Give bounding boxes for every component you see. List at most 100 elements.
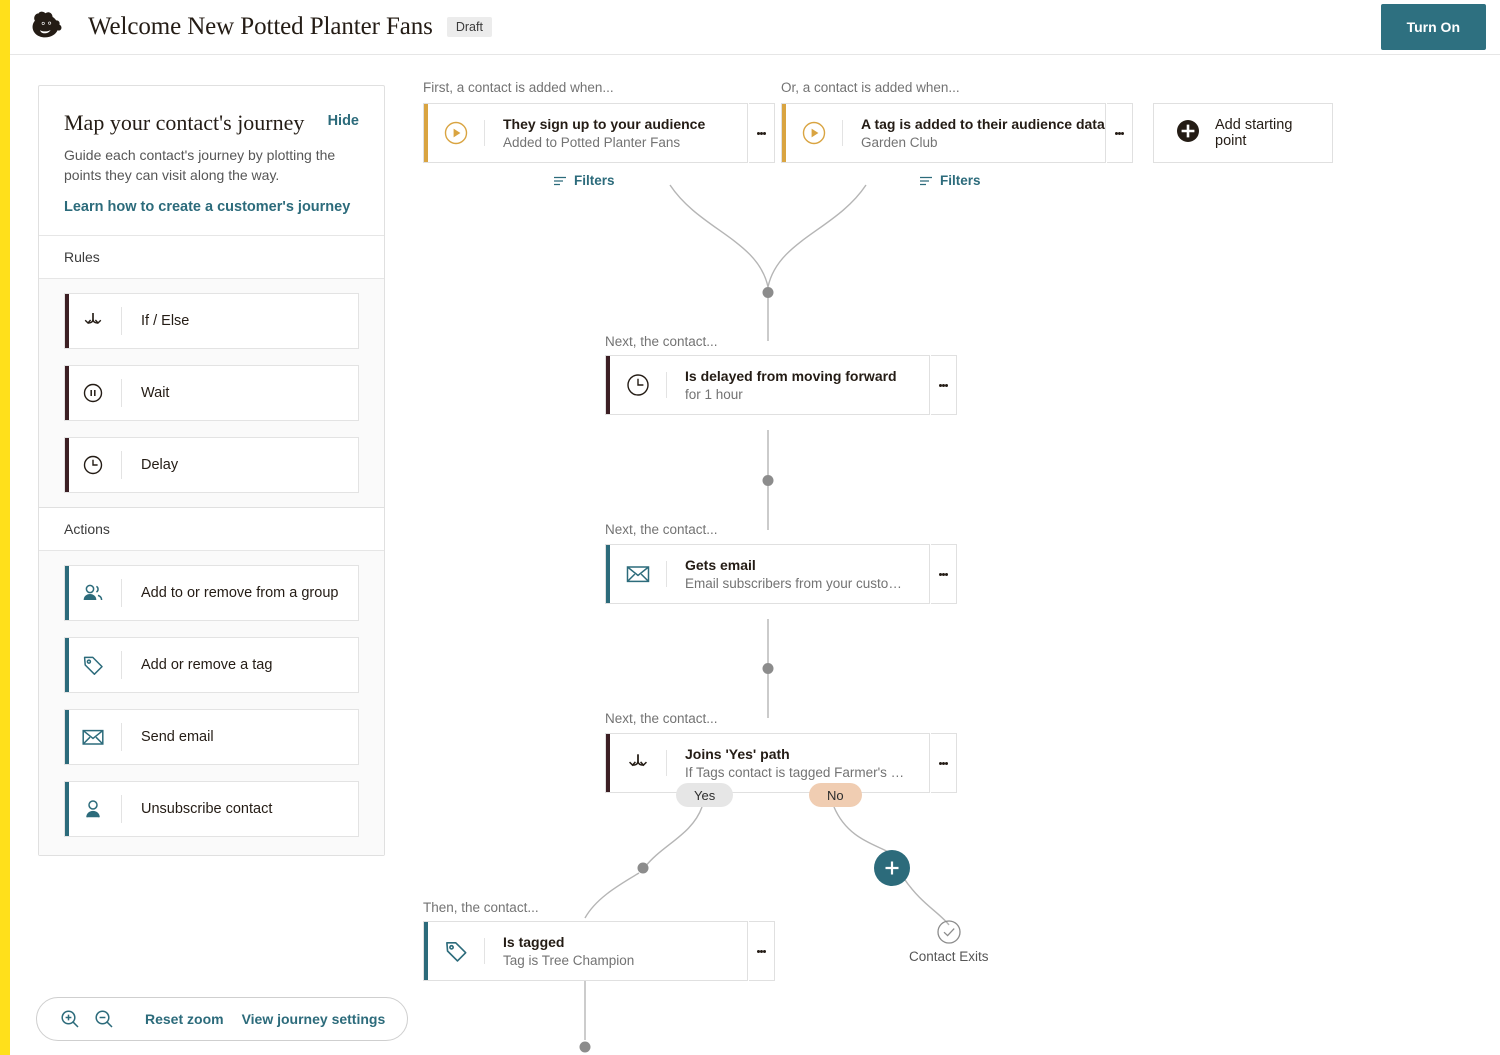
sidebar-section-rules-heading: Rules: [39, 235, 384, 279]
sidebar-item-label: Add or remove a tag: [141, 656, 273, 673]
node-menu-button[interactable]: [931, 733, 957, 793]
contact-exit-node[interactable]: [935, 918, 963, 946]
node-menu-button[interactable]: [749, 103, 775, 163]
sidebar-item-label: Send email: [141, 728, 214, 745]
check-circle-icon: [937, 920, 961, 944]
pause-circle-icon: [65, 381, 121, 405]
node-menu-button[interactable]: [749, 921, 775, 981]
sidebar-item-delay[interactable]: Delay: [64, 436, 359, 493]
trigger-card-signup[interactable]: They sign up to your audience Added to P…: [423, 103, 775, 163]
step-card-if-else[interactable]: Joins 'Yes' path If Tags contact is tagg…: [605, 733, 957, 793]
add-starting-point-label: Add starting point: [1215, 117, 1293, 149]
action-accent-bar: [65, 709, 69, 764]
brand-accent-rail: [0, 0, 10, 1055]
sidebar-item-label: Wait: [141, 384, 170, 401]
app-header: Welcome New Potted Planter Fans Draft Tu…: [10, 0, 1500, 55]
tag-icon: [428, 922, 484, 980]
tag-icon: [65, 653, 121, 677]
clock-icon: [610, 356, 666, 414]
journey-canvas[interactable]: First, a contact is added when... Or, a …: [400, 55, 1500, 1055]
sidebar-section-rules-list: If / Else Wait Delay: [39, 278, 384, 508]
sidebar-item-unsubscribe-contact[interactable]: Unsubscribe contact: [64, 780, 359, 837]
page-title: Welcome New Potted Planter Fans: [88, 13, 433, 40]
filters-label: Filters: [574, 173, 615, 188]
sidebar-item-send-email[interactable]: Send email: [64, 708, 359, 765]
filters-link-trigger-2[interactable]: Filters: [919, 173, 981, 188]
node-title: Is delayed from moving forward: [685, 368, 897, 384]
node-title: A tag is added to their audience data: [861, 116, 1105, 132]
node-title: Joins 'Yes' path: [685, 746, 790, 762]
sidebar-item-label: If / Else: [141, 312, 190, 329]
envelope-icon: [65, 725, 121, 749]
filter-icon: [920, 176, 932, 185]
node-subtitle: If Tags contact is tagged Farmer's Marke…: [685, 765, 915, 780]
node-title: They sign up to your audience: [503, 116, 706, 132]
sidebar-item-label: Delay: [141, 456, 179, 473]
magnifier-plus-icon[interactable]: [59, 1008, 81, 1030]
play-circle-icon: [786, 104, 842, 162]
caption-first-trigger: First, a contact is added when...: [423, 80, 614, 95]
node-subtitle: Added to Potted Planter Fans: [503, 135, 681, 150]
node-subtitle: Tag is Tree Champion: [503, 953, 635, 968]
sidebar-item-wait[interactable]: Wait: [64, 364, 359, 421]
caption-next-2: Next, the contact...: [605, 522, 718, 537]
sidebar-item-if-else[interactable]: If / Else: [64, 292, 359, 349]
sidebar-item-label: Unsubscribe contact: [141, 800, 273, 817]
action-accent-bar: [65, 565, 69, 620]
step-card-delay[interactable]: Is delayed from moving forward for 1 hou…: [605, 355, 957, 415]
filter-icon: [554, 176, 566, 185]
branch-icon: [610, 734, 666, 792]
node-title: Is tagged: [503, 934, 565, 950]
plus-circle-icon: [1176, 119, 1200, 148]
sidebar-item-label: Add to or remove from a group: [141, 584, 339, 601]
rule-accent-bar: [65, 365, 69, 420]
journey-steps-sidebar: Map your contact's journey Hide Guide ea…: [38, 85, 385, 856]
filters-link-trigger-1[interactable]: Filters: [553, 173, 615, 188]
trigger-card-tag-added[interactable]: A tag is added to their audience data Ga…: [781, 103, 1133, 163]
filters-label: Filters: [940, 173, 981, 188]
node-menu-button[interactable]: [1107, 103, 1133, 163]
node-title: Gets email: [685, 557, 756, 573]
plus-circle-glyph: [1177, 119, 1199, 142]
group-people-icon: [65, 581, 121, 605]
sidebar-description: Guide each contact's journey by plotting…: [64, 147, 336, 183]
hide-panel-link[interactable]: Hide: [328, 113, 359, 129]
caption-then-1: Then, the contact...: [423, 900, 539, 915]
add-step-button-no-branch[interactable]: [874, 850, 910, 886]
rule-accent-bar: [65, 293, 69, 348]
sidebar-item-add-remove-tag[interactable]: Add or remove a tag: [64, 636, 359, 693]
learn-journey-link[interactable]: Learn how to create a customer's journey: [64, 199, 359, 215]
branch-chip-no[interactable]: No: [809, 783, 862, 807]
node-menu-button[interactable]: [931, 544, 957, 604]
turn-on-button[interactable]: Turn On: [1380, 4, 1486, 50]
sidebar-item-add-remove-group[interactable]: Add to or remove from a group: [64, 564, 359, 621]
node-subtitle: Email subscribers from your customer j..…: [685, 576, 913, 591]
branch-chip-yes[interactable]: Yes: [676, 783, 734, 807]
node-subtitle: for 1 hour: [685, 387, 743, 402]
step-card-is-tagged[interactable]: Is tagged Tag is Tree Champion: [423, 921, 775, 981]
sidebar-section-actions-list: Add to or remove from a group Add or rem…: [39, 550, 384, 855]
canvas-zoom-toolbar: Reset zoom View journey settings: [36, 997, 409, 1041]
mailchimp-freddie-logo: [24, 4, 70, 50]
node-subtitle: Garden Club: [861, 135, 938, 150]
contact-exit-label: Contact Exits: [909, 949, 989, 964]
clock-icon: [65, 453, 121, 477]
node-menu-button[interactable]: [931, 355, 957, 415]
play-circle-icon: [428, 104, 484, 162]
caption-or-trigger: Or, a contact is added when...: [781, 80, 960, 95]
step-card-gets-email[interactable]: Gets email Email subscribers from your c…: [605, 544, 957, 604]
sidebar-intro: Map your contact's journey Hide Guide ea…: [39, 86, 384, 236]
view-journey-settings-button[interactable]: View journey settings: [242, 1011, 386, 1027]
sidebar-title: Map your contact's journey: [64, 110, 305, 135]
reset-zoom-button[interactable]: Reset zoom: [145, 1011, 224, 1027]
action-accent-bar: [65, 781, 69, 836]
sidebar-section-actions-heading: Actions: [39, 507, 384, 551]
magnifier-minus-icon[interactable]: [93, 1008, 115, 1030]
branch-icon: [65, 309, 121, 333]
caption-next-1: Next, the contact...: [605, 334, 718, 349]
status-badge: Draft: [446, 16, 492, 38]
caption-next-3: Next, the contact...: [605, 711, 718, 726]
add-starting-point-button[interactable]: Add starting point: [1153, 103, 1333, 163]
envelope-icon: [610, 545, 666, 603]
action-accent-bar: [65, 637, 69, 692]
